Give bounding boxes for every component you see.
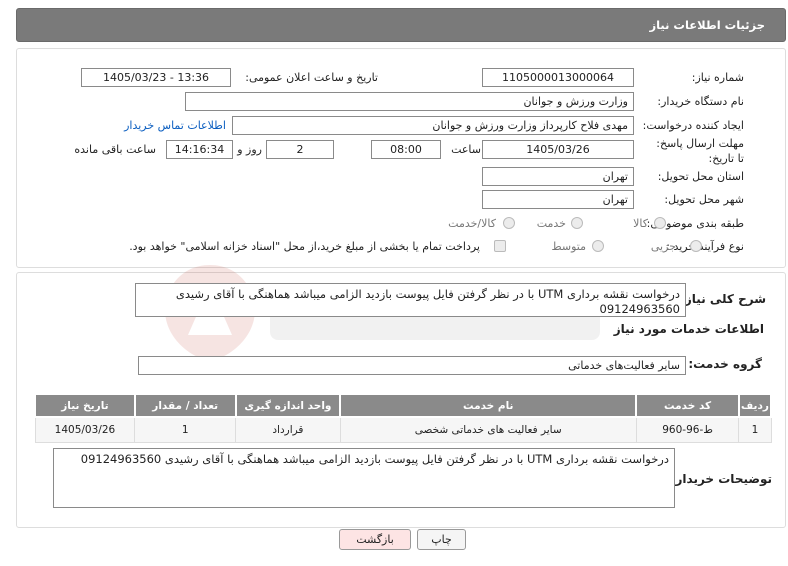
- category-option-service: خدمت: [536, 217, 566, 230]
- print-button[interactable]: چاپ: [417, 529, 466, 550]
- announce-datetime-field: 1405/03/23 - 13:36: [81, 68, 231, 87]
- buyer-notes-field: درخواست نقشه برداری UTM با در نظر گرفتن …: [53, 448, 675, 508]
- remaining-days-label: روز و: [237, 143, 262, 156]
- need-number-field: 1105000013000064: [482, 68, 634, 87]
- deadline-time-field: 08:00: [371, 140, 441, 159]
- category-radio-goods[interactable]: [654, 217, 666, 229]
- buyer-org-label: نام دستگاه خریدار:: [657, 95, 744, 108]
- province-field: تهران: [482, 167, 634, 186]
- category-option-goods-service: کالا/خدمت: [448, 217, 496, 230]
- creator-label: ایجاد کننده درخواست:: [642, 119, 744, 132]
- city-label: شهر محل تحویل:: [664, 193, 744, 206]
- category-radio-goods-service[interactable]: [503, 217, 515, 229]
- deadline-date-field: 1405/03/26: [482, 140, 634, 159]
- deadline-time-label: ساعت: [451, 143, 481, 156]
- process-radio-medium[interactable]: [592, 240, 604, 252]
- col-unit: واحد اندازه گیری: [234, 393, 342, 418]
- need-summary-field: درخواست نقشه برداری UTM با در نظر گرفتن …: [135, 283, 686, 317]
- table-row: 1405/03/26 1 قرارداد سایر فعالیت های خدم…: [34, 416, 772, 443]
- cell-quantity: 1: [134, 416, 237, 443]
- treasury-payment-note: پرداخت تمام یا بخشی از مبلغ خرید،از محل …: [129, 240, 480, 253]
- buyer-contact-link[interactable]: اطلاعات تماس خریدار: [124, 119, 226, 132]
- cell-service-name: سایر فعالیت های خدماتی شخصی: [339, 416, 637, 443]
- process-option-minor: جزیی: [650, 240, 676, 253]
- remaining-time-field: 14:16:34: [166, 140, 233, 159]
- process-option-medium: متوسط: [551, 240, 586, 253]
- creator-field: مهدی فلاح کارپرداز وزارت ورزش و جوانان: [232, 116, 634, 135]
- cell-row: 1: [738, 416, 772, 443]
- city-field: تهران: [482, 190, 634, 209]
- category-radio-service[interactable]: [571, 217, 583, 229]
- remaining-days-field: 2: [266, 140, 334, 159]
- services-table: تاریخ نیاز تعداد / مقدار واحد اندازه گیر…: [34, 393, 773, 443]
- category-option-goods: کالا: [633, 217, 648, 230]
- announce-label: تاریخ و ساعت اعلان عمومی:: [245, 71, 378, 84]
- cell-unit: قرارداد: [235, 416, 341, 443]
- province-label: استان محل تحویل:: [657, 170, 744, 183]
- buyer-notes-label: توضیحات خریدار:: [670, 472, 772, 486]
- col-service-name: نام خدمت: [339, 393, 638, 418]
- process-type-label: نوع فرآیند خرید :: [666, 240, 744, 253]
- process-radio-minor[interactable]: [690, 240, 702, 252]
- deadline-label: مهلت ارسال پاسخ: تا تاریخ:: [656, 137, 744, 165]
- back-button[interactable]: بازگشت: [339, 529, 411, 550]
- remaining-time-label: ساعت باقی مانده: [74, 143, 156, 156]
- page-header: جزئیات اطلاعات نیاز: [16, 8, 786, 42]
- buyer-org-field: وزارت ورزش و جوانان: [185, 92, 634, 111]
- services-section-title: اطلاعات خدمات مورد نیاز: [613, 322, 764, 336]
- services-table-header: تاریخ نیاز تعداد / مقدار واحد اندازه گیر…: [34, 393, 773, 418]
- col-need-date: تاریخ نیاز: [34, 393, 136, 418]
- page-title: جزئیات اطلاعات نیاز: [649, 18, 765, 32]
- need-summary-label: شرح کلی نیاز:: [680, 292, 766, 306]
- treasury-payment-checkbox[interactable]: [494, 240, 506, 252]
- service-group-field: سایر فعالیت‌های خدماتی: [138, 356, 686, 375]
- need-number-label: شماره نیاز:: [691, 71, 744, 84]
- service-group-label: گروه خدمت:: [688, 357, 762, 371]
- col-row: ردیف: [737, 393, 773, 418]
- cell-service-code: ط-96-960: [635, 416, 740, 443]
- col-service-code: کد خدمت: [635, 393, 740, 418]
- cell-need-date: 1405/03/26: [34, 416, 136, 443]
- col-quantity: تعداد / مقدار: [133, 393, 237, 418]
- page: جزئیات اطلاعات نیاز شماره نیاز: 11050000…: [0, 0, 788, 566]
